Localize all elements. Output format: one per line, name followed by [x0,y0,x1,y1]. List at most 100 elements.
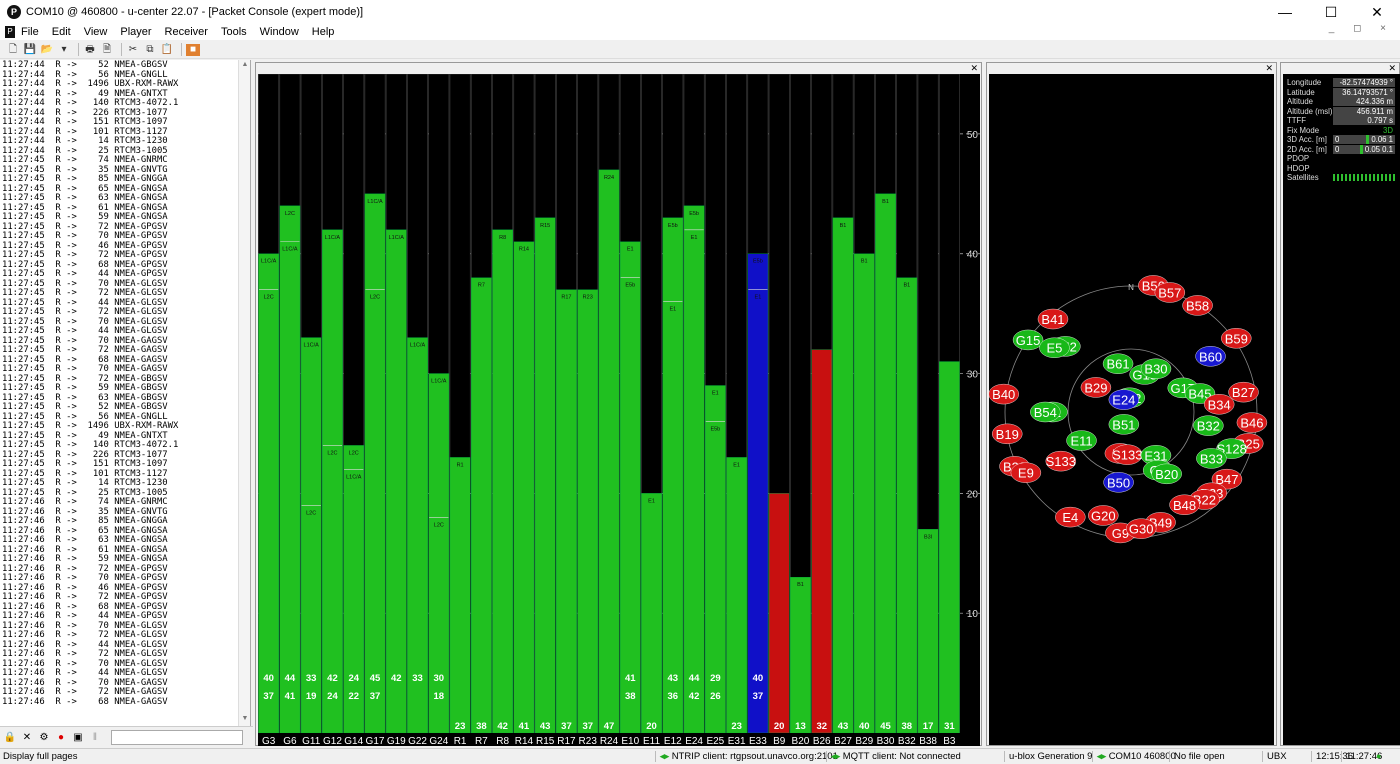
toolbar-separator [181,43,182,56]
menu-edit[interactable]: Edit [52,26,71,38]
cut-icon[interactable]: ✂ [126,44,140,56]
satellite-label: B20 [1155,467,1178,482]
menu-window[interactable]: Window [260,26,299,38]
pause-icon[interactable]: ‖ [88,731,102,745]
data-label: 2D Acc. [m] [1287,144,1327,154]
cn0-value-label-secondary: 22 [348,691,359,702]
band-label: L1C/A [410,343,426,349]
record-icon[interactable]: ● [54,731,68,745]
satellite-label: B48 [1173,498,1196,513]
band-label: E1 [627,247,634,253]
band-label: E5b [753,259,763,265]
scroll-up-icon[interactable]: ▲ [239,61,250,71]
close-icon[interactable]: ✕ [1388,63,1396,74]
ntrip-status[interactable]: ◂▸ NTRIP client: rtgpsout.unavco.org:210… [655,751,838,762]
satellite-label: B59 [1225,331,1248,346]
cn0-value-label: 23 [455,721,466,732]
satellite-id-label: E12 [664,736,682,746]
satellite-id-label: B27 [834,736,852,746]
maximize-button[interactable]: ☐ [1308,0,1354,24]
new-icon[interactable]: 🗋 [6,44,20,56]
menu-view[interactable]: View [84,26,108,38]
cn0-value-label-secondary: 41 [285,691,296,702]
menu-tools[interactable]: Tools [221,26,247,38]
stop-icon[interactable]: ■ [186,43,200,56]
cn0-value-label-secondary: 36 [668,691,679,702]
band-label: R14 [519,247,529,253]
data-value [1333,164,1395,173]
band-label: E1 [669,307,676,313]
close-icon[interactable]: ✕ [970,63,978,74]
cn0-value-label: 44 [285,673,296,684]
band-label: R17 [561,295,571,301]
mdi-window-controls[interactable]: _ ◻ × [1329,23,1394,34]
paste-icon[interactable]: 📋 [160,44,174,56]
band-label: L1C/A [282,247,298,253]
minimize-button[interactable]: — [1262,0,1308,24]
child-window-icon[interactable]: P [5,25,15,38]
log-scrollbar[interactable]: ▲ ▼ [238,60,250,726]
band-label: L1C/A [367,199,383,205]
dropdown-icon[interactable]: ▾ [57,44,71,56]
data-label: Longitude [1287,78,1322,87]
data-label: Altitude (msl) [1287,106,1333,116]
satellite-id-label: B38 [919,736,937,746]
band-label: E1 [733,462,740,468]
band-label: L1C/A [325,235,341,241]
signal-bar [811,349,833,733]
cn0-value-label: 32 [816,721,827,732]
cn0-value-label: 37 [561,721,572,732]
menu-player[interactable]: Player [120,26,151,38]
menu-file[interactable]: File [21,26,39,38]
toolbar: 🗋 💾 📂 ▾ 🖶 🗎 ✂ ⧉ 📋 ■ [0,41,1400,59]
print-preview-icon[interactable]: 🗎 [100,44,114,56]
filter-icon[interactable]: ⚙ [37,731,51,745]
band-label: R7 [478,283,485,289]
cn0-value-label: 24 [348,673,359,684]
cn0-value-label: 45 [880,721,891,732]
packet-console[interactable]: 11:27:44 R -> 52 NMEA-GBGSV 11:27:44 R ->… [0,60,251,726]
data-row: 3D Acc. [m] 0 0.06 1 [1287,135,1397,144]
port-status[interactable]: ◂▸ COM10 460800 [1092,751,1176,762]
save-icon[interactable]: 💾 [23,44,37,56]
save-log-icon[interactable]: ▣ [71,731,85,745]
satellite-id-label: G6 [283,736,297,746]
menu-receiver[interactable]: Receiver [165,26,208,38]
satellite-label: E11 [1070,434,1092,449]
accuracy-value: 0 [1335,144,1340,154]
open-icon[interactable]: 📂 [40,44,54,56]
satellite-label: B58 [1186,298,1209,313]
signal-chart-svg: 10 20 30 40 50 L1C/A L2C 40 37 L2C L1C/A 44 41 L1C/A L… [258,74,980,733]
band-label: L2C [370,295,380,301]
cn0-value-label: 31 [944,721,955,732]
close-button[interactable]: ✕ [1354,0,1400,24]
data-value: -82.57474939 ° [1333,78,1395,87]
menu-help[interactable]: Help [312,26,335,38]
mqtt-status[interactable]: ◂▸ MQTT client: Not connected [826,751,961,762]
cn0-value-label-secondary: 24 [327,691,338,702]
cn0-value-label: 41 [519,721,530,732]
cn0-value-label: 29 [710,673,721,684]
file-status: No file open [1169,751,1225,762]
lock-icon[interactable]: 🔒 [3,731,17,745]
sky-view-svg: NB41B56B57B58B59G15B52E5B60B40B61G13B30G… [988,275,1268,544]
close-icon[interactable]: ✕ [1265,63,1273,74]
scroll-down-icon[interactable]: ▼ [239,715,250,725]
signal-bar [662,217,684,733]
data-label: Fix Mode [1287,125,1320,135]
print-icon[interactable]: 🖶 [83,44,97,56]
band-label: L2C [285,211,295,217]
data-label: HDOP [1287,163,1310,173]
cn0-value-label: 13 [795,721,806,732]
packet-log-lines: 11:27:44 R -> 52 NMEA-GBGSV 11:27:44 R ->… [2,60,238,707]
signal-bar [513,241,535,733]
band-label: B3I [924,534,933,540]
copy-icon[interactable]: ⧉ [143,44,157,56]
cn0-value-label: 47 [604,721,615,732]
satellite-id-label: G22 [408,736,427,746]
clear-icon[interactable]: ✕ [20,731,34,745]
signal-bar [832,217,854,733]
cn0-value-label: 45 [370,673,381,684]
signal-bar [641,493,662,733]
console-command-input[interactable] [111,730,243,745]
